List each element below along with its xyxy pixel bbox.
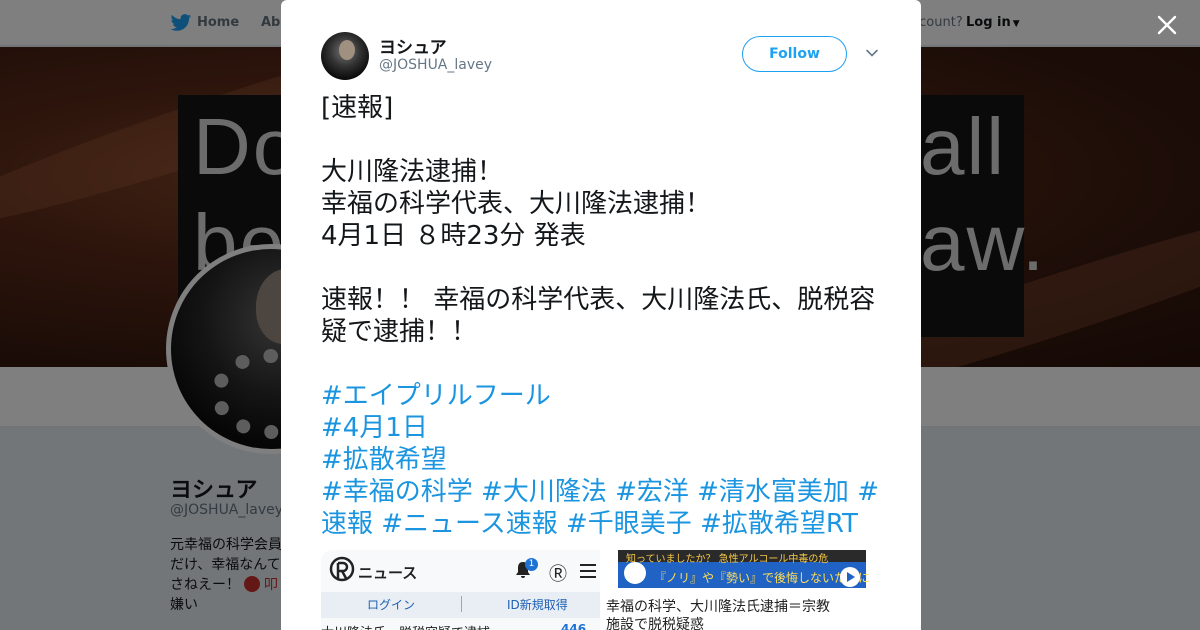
app-register-link: ID新規取得: [507, 598, 568, 612]
comment-count: 446: [561, 622, 587, 630]
tweet-line: 幸福の科学代表、大川隆法逮捕！: [321, 189, 712, 219]
media-thumbnail-article[interactable]: 知っていましたか？ 急性アルコール中毒の危 『ノリ』や『勢い』で後悔しないために…: [602, 550, 881, 630]
follow-button[interactable]: Follow: [742, 36, 847, 72]
hashtag-link[interactable]: #幸福の科学 #大川隆法 #宏洋 #清水富美加 #速報 #ニュース速報 #千眼美…: [321, 476, 891, 540]
author-name[interactable]: ヨシュア: [379, 33, 447, 58]
tweet-line: [321, 124, 891, 156]
hashtag-link[interactable]: #4月1日: [321, 412, 891, 444]
tweet-line: 速報！！ 幸福の科学代表、大川隆法氏、脱税容疑で逮捕！！: [321, 285, 876, 347]
app-name: ニュース: [358, 564, 418, 582]
hashtag-link[interactable]: #エイプリルフール: [321, 380, 891, 412]
author-handle[interactable]: @JOSHUA_lavey: [379, 57, 492, 73]
notification-badge: 1: [525, 558, 538, 571]
ad-top-text: 知っていましたか？ 急性アルコール中毒の危: [626, 554, 829, 565]
tweet-modal: ヨシュア @JOSHUA_lavey Follow [速報] 大川隆法逮捕！ 幸…: [281, 0, 921, 630]
media-thumbnail-news-app[interactable]: ニュース 1 Ⓡ ログイン ID新規取得 大川隆法氏、脱税容疑で逮捕 446: [321, 550, 600, 630]
author-avatar[interactable]: [321, 32, 369, 80]
app-login-link: ログイン: [367, 598, 416, 612]
play-icon: [840, 567, 860, 587]
article-caption: 施設で脱税疑惑: [606, 617, 704, 630]
menu-icon: [580, 564, 596, 578]
close-icon[interactable]: [1154, 12, 1180, 38]
tweet-line: 4月1日 ８時23分 発表: [321, 221, 586, 251]
tweet-line: [321, 252, 891, 284]
gov-logo-icon: [624, 562, 646, 584]
tweet-line: 大川隆法逮捕！: [321, 157, 504, 187]
hashtag-link[interactable]: #拡散希望: [321, 444, 891, 476]
news-headline: 大川隆法氏、脱税容疑で逮捕: [321, 622, 490, 630]
tweet-text: [速報] 大川隆法逮捕！ 幸福の科学代表、大川隆法逮捕！ 4月1日 ８時23分 …: [321, 92, 891, 540]
article-caption: 幸福の科学、大川隆法氏逮捕＝宗教: [606, 599, 830, 615]
tweet-media[interactable]: ニュース 1 Ⓡ ログイン ID新規取得 大川隆法氏、脱税容疑で逮捕 446 知…: [321, 550, 881, 630]
news-logo-icon: [329, 556, 355, 582]
chevron-down-icon[interactable]: [865, 46, 879, 60]
r-icon: Ⓡ: [549, 564, 567, 585]
tweet-line: [速報]: [321, 93, 394, 123]
ad-mid-text: 『ノリ』や『勢い』で後悔しないために: [654, 571, 871, 585]
tweet-line: [321, 348, 891, 380]
